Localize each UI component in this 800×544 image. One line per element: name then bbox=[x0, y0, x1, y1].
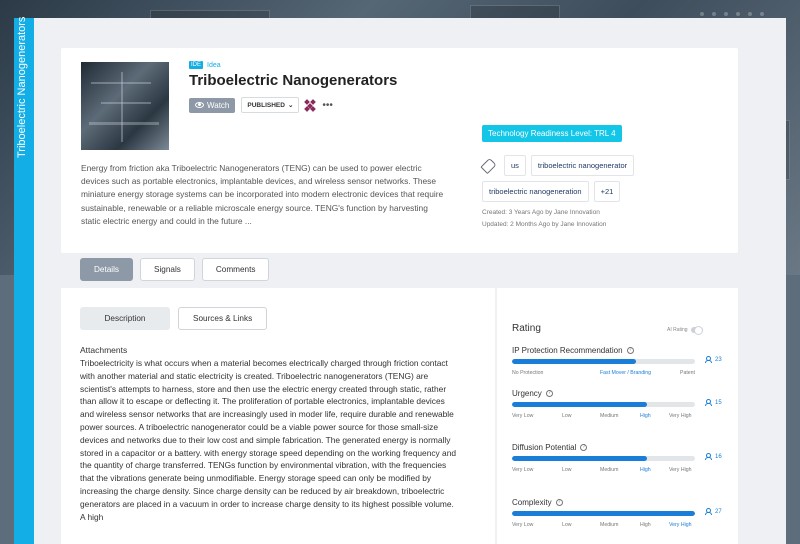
users-icon bbox=[705, 399, 713, 406]
ai-rating-toggle[interactable]: AI Rating bbox=[667, 326, 703, 335]
tab-comments[interactable]: Comments bbox=[201, 258, 270, 281]
scale-label: Medium bbox=[600, 522, 619, 528]
watch-button[interactable]: Watch bbox=[189, 97, 236, 113]
help-icon[interactable]: ? bbox=[626, 347, 634, 354]
rating-bar-fill bbox=[512, 359, 637, 364]
rating-metric: Complexity? 27 Very Low Low Medium High Very H… bbox=[512, 498, 727, 528]
watch-label: Watch bbox=[207, 100, 230, 110]
rating-bar[interactable] bbox=[512, 359, 695, 364]
help-icon[interactable]: ? bbox=[580, 444, 588, 451]
users-icon bbox=[705, 453, 713, 460]
metric-name: Diffusion Potential bbox=[512, 443, 577, 452]
vote-count[interactable]: 23 bbox=[705, 356, 722, 363]
rating-bar[interactable] bbox=[512, 511, 695, 516]
rating-metric: Urgency? 15 Very Low Low Medium High Very High bbox=[512, 389, 727, 419]
status-dropdown[interactable]: PUBLISHED ⌄ bbox=[241, 97, 300, 113]
metric-name: Urgency bbox=[512, 389, 542, 398]
rating-metric: Diffusion Potential? 16 Very Low Low Medium H… bbox=[512, 443, 727, 473]
toggle-switch[interactable] bbox=[690, 326, 703, 335]
rating-title: Rating bbox=[512, 323, 541, 334]
metric-label: IP Protection Recommendation? bbox=[512, 346, 727, 355]
tag-list: us triboelectric nanogenerator triboelec… bbox=[480, 155, 682, 207]
help-icon[interactable]: ? bbox=[545, 390, 553, 397]
vote-count[interactable]: 16 bbox=[705, 453, 722, 460]
scale-label: Low bbox=[562, 467, 572, 473]
eye-icon bbox=[195, 102, 204, 108]
scale-label: Low bbox=[562, 522, 572, 528]
tab-signals[interactable]: Signals bbox=[140, 258, 195, 281]
status-label: PUBLISHED bbox=[247, 101, 285, 109]
idea-summary: Energy from friction aka Triboelectric N… bbox=[81, 163, 444, 226]
scale-label: Very Low bbox=[512, 413, 534, 419]
trl-badge: Technology Readiness Level: TRL 4 bbox=[482, 125, 622, 142]
scale-label: Very Low bbox=[512, 467, 534, 473]
rating-panel: Rating AI Rating IP Protection Recommend… bbox=[497, 288, 738, 544]
rating-bar-fill bbox=[512, 402, 648, 407]
idea-thumbnail bbox=[81, 62, 169, 150]
metric-name: Complexity bbox=[512, 498, 552, 507]
vote-count-value: 27 bbox=[715, 508, 722, 515]
created-info: Created: 3 Years Ago by Jane Innovation bbox=[482, 209, 600, 216]
header-card: IDE Idea Triboelectric Nanogenerators Wa… bbox=[61, 48, 738, 253]
scale-label: High bbox=[640, 522, 651, 528]
vote-count-value: 15 bbox=[715, 399, 722, 406]
subtab-description[interactable]: Description bbox=[80, 307, 170, 330]
more-options-icon[interactable]: ••• bbox=[322, 100, 333, 111]
page-title: Triboelectric Nanogenerators bbox=[189, 72, 398, 89]
scale-label: Very High bbox=[669, 522, 692, 528]
updated-info: Updated: 2 Months Ago by Jane Innovation bbox=[482, 221, 607, 228]
main-tabs: Details Signals Comments bbox=[80, 258, 270, 281]
rating-bar-fill bbox=[512, 456, 648, 461]
vote-count-value: 23 bbox=[715, 356, 722, 363]
detail-subtabs: Description Sources & Links bbox=[80, 307, 268, 330]
metric-name: IP Protection Recommendation bbox=[512, 346, 623, 355]
scale-label: Very Low bbox=[512, 522, 534, 528]
rating-bar-fill bbox=[512, 511, 695, 516]
metric-label: Complexity? bbox=[512, 498, 727, 507]
rating-bar[interactable] bbox=[512, 456, 695, 461]
metric-label: Urgency? bbox=[512, 389, 727, 398]
users-icon bbox=[705, 508, 713, 515]
vote-count[interactable]: 27 bbox=[705, 508, 722, 515]
header-actions: Watch PUBLISHED ⌄ ••• bbox=[189, 97, 333, 113]
scale-label: No Protection bbox=[512, 370, 544, 376]
vote-count[interactable]: 15 bbox=[705, 399, 722, 406]
rating-metric: IP Protection Recommendation? 23 No Protec… bbox=[512, 346, 727, 376]
subtab-sources-links[interactable]: Sources & Links bbox=[178, 307, 268, 330]
scale-label: Very High bbox=[669, 413, 692, 419]
tag-chip[interactable]: us bbox=[504, 155, 526, 176]
tag-chip[interactable]: triboelectric nanogenerator bbox=[530, 155, 635, 176]
type-label: Idea bbox=[207, 61, 221, 69]
details-panel: Description Sources & Links Attachments … bbox=[61, 288, 495, 544]
tag-chip[interactable]: triboelectric nanogeneration bbox=[482, 181, 589, 202]
scale-label: High bbox=[640, 467, 651, 473]
vote-count-value: 16 bbox=[715, 453, 722, 460]
sidebar-title-tab[interactable]: Triboelectric Nanogenerators bbox=[14, 17, 34, 544]
scale-label: High bbox=[640, 413, 651, 419]
scale-label: Medium bbox=[600, 413, 619, 419]
scale-label: Very High bbox=[669, 467, 692, 473]
tab-details[interactable]: Details bbox=[80, 258, 134, 281]
share-icon[interactable] bbox=[304, 98, 317, 112]
rating-bar[interactable] bbox=[512, 402, 695, 407]
help-icon[interactable]: ? bbox=[555, 499, 563, 506]
tag-icon bbox=[480, 157, 497, 174]
scale-label: Patent bbox=[680, 370, 695, 376]
idea-type-icon: IDE bbox=[189, 61, 204, 69]
type-tag: IDE Idea bbox=[189, 61, 221, 69]
chevron-down-icon: ⌄ bbox=[287, 102, 294, 109]
metric-label: Diffusion Potential? bbox=[512, 443, 727, 452]
more-tags-chip[interactable]: +21 bbox=[593, 181, 621, 202]
scale-label: Fast Mover / Branding bbox=[600, 370, 652, 376]
scale-label: Low bbox=[562, 413, 572, 419]
attachments-heading: Attachments bbox=[80, 345, 128, 355]
description-body: Triboelectricity is what occurs when a m… bbox=[80, 358, 457, 522]
scale-label: Medium bbox=[600, 467, 619, 473]
ai-rating-label: AI Rating bbox=[667, 327, 688, 333]
sidebar-title: Triboelectric Nanogenerators bbox=[16, 16, 28, 158]
users-icon bbox=[705, 356, 713, 363]
